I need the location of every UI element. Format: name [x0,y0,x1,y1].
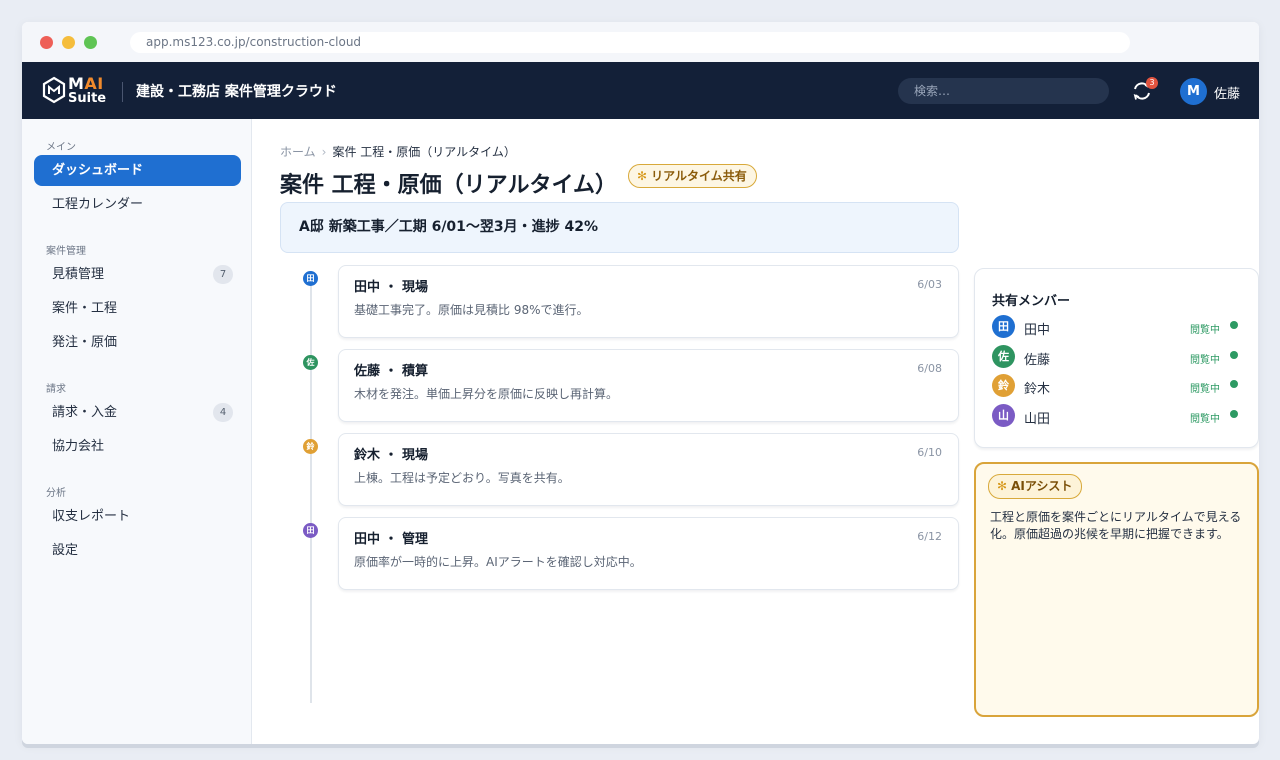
member-name: 鈴木 [1024,382,1051,397]
member-row[interactable]: 佐 佐藤 閲覧中 [992,345,1242,369]
avatar: 田 [992,315,1015,338]
timeline-date: 6/08 [917,362,942,375]
timeline-author: 佐藤 ・ 積算 [354,364,429,379]
timeline-dot: 田 [303,523,318,538]
sidebar-item-estimates[interactable]: 見積管理 7 [34,259,241,290]
avatar: 山 [992,404,1015,427]
browser-titlebar: app.ms123.co.jp/construction-cloud [22,22,1259,62]
online-indicator-icon [1230,380,1238,388]
sidebar-item-label: 設定 [52,543,79,558]
maximize-window-icon[interactable] [84,36,97,49]
timeline-card[interactable]: 佐藤 ・ 積算 6/08 木材を発注。単価上昇分を原価に反映し再計算。 [338,349,959,422]
spark-icon: ✻ [637,169,648,183]
spark-icon: ✻ [997,479,1008,493]
ai-assist-badge: ✻ AIアシスト [988,474,1083,499]
minimize-window-icon[interactable] [62,36,75,49]
header-divider [122,82,123,102]
sidebar: メイン ダッシュボード 工程カレンダー 案件管理 見積管理 7 案件・工程 発注・… [22,119,252,744]
timeline-text: 原価率が一時的に上昇。AIアラートを確認し対応中。 [354,555,642,569]
timeline-text: 基礎工事完了。原価は見積比 98%で進行。 [354,303,589,317]
app-header: MAI Suite 建設・工務店 案件管理クラウド 検索… 3 M 佐藤 [22,62,1259,119]
sidebar-item-label: 収支レポート [52,509,131,524]
online-indicator-icon [1230,351,1238,359]
member-status: 閲覧中 [1190,384,1220,395]
logo[interactable]: MAI Suite [42,74,108,108]
online-indicator-icon [1230,321,1238,329]
sidebar-item-dashboard[interactable]: ダッシュボード [34,155,241,186]
online-indicator-icon [1230,410,1238,418]
timeline-author: 田中 ・ 現場 [354,280,429,295]
search-input[interactable]: 検索… [898,78,1109,104]
timeline-text: 上棟。工程は予定どおり。写真を共有。 [354,471,570,485]
project-banner: A邸 新築工事／工期 6/01〜翌3月・進捗 42% [280,202,959,253]
timeline-author: 鈴木 ・ 現場 [354,448,429,463]
sidebar-item-settings[interactable]: 設定 [34,535,241,566]
sidebar-item-schedule-calendar[interactable]: 工程カレンダー [34,189,241,220]
sidebar-item-label: 案件・工程 [52,301,118,316]
timeline-date: 6/03 [917,278,942,291]
count-badge: 7 [213,265,233,284]
member-name: 佐藤 [1024,353,1051,368]
sidebar-item-label: 請求・入金 [52,405,118,420]
member-row[interactable]: 鈴 鈴木 閲覧中 [992,374,1242,398]
member-status: 閲覧中 [1190,355,1220,366]
member-name: 山田 [1024,412,1051,427]
sidebar-section-billing: 請求 [46,384,66,395]
notification-badge: 3 [1146,77,1158,89]
member-status: 閲覧中 [1190,325,1220,336]
main-content: ホーム › 案件 工程・原価（リアルタイム） 案件 工程・原価（リアルタイム） ✻ リ… [253,119,1259,744]
timeline-card[interactable]: 田中 ・ 現場 6/03 基礎工事完了。原価は見積比 98%で進行。 [338,265,959,338]
sidebar-item-billing[interactable]: 請求・入金 4 [34,397,241,428]
timeline-author: 田中 ・ 管理 [354,532,429,547]
breadcrumb-current: 案件 工程・原価（リアルタイム） [332,145,516,159]
timeline-dot: 田 [303,271,318,286]
realtime-badge: ✻ リアルタイム共有 [628,164,757,188]
breadcrumb: ホーム › 案件 工程・原価（リアルタイム） [280,143,516,160]
sidebar-item-projects[interactable]: 案件・工程 [34,293,241,324]
logo-suite: Suite [68,91,107,106]
logo-mark-icon [42,76,66,104]
browser-window: app.ms123.co.jp/construction-cloud MAI S… [22,22,1259,744]
sidebar-item-label: 工程カレンダー [52,197,144,212]
breadcrumb-home[interactable]: ホーム [280,145,316,159]
sidebar-item-label: ダッシュボード [52,163,144,178]
sidebar-section-main: メイン [46,142,76,153]
sidebar-section-projects: 案件管理 [46,246,86,257]
sidebar-item-label: 発注・原価 [52,335,118,350]
sidebar-item-label: 見積管理 [52,267,105,282]
sidebar-item-partners[interactable]: 協力会社 [34,431,241,462]
address-bar[interactable]: app.ms123.co.jp/construction-cloud [130,32,1130,53]
avatar[interactable]: M [1180,78,1207,105]
timeline-card[interactable]: 鈴木 ・ 現場 6/10 上棟。工程は予定どおり。写真を共有。 [338,433,959,506]
count-badge: 4 [213,403,233,422]
timeline-dot: 佐 [303,355,318,370]
close-window-icon[interactable] [40,36,53,49]
user-name[interactable]: 佐藤 [1214,83,1240,102]
timeline-dot: 鈴 [303,439,318,454]
sidebar-item-reports[interactable]: 収支レポート [34,501,241,532]
breadcrumb-separator: › [321,145,327,159]
sidebar-section-analytics: 分析 [46,488,66,499]
avatar: 佐 [992,345,1015,368]
timeline-card[interactable]: 田中 ・ 管理 6/12 原価率が一時的に上昇。AIアラートを確認し対応中。 [338,517,959,590]
member-row[interactable]: 山 山田 閲覧中 [992,404,1242,428]
ai-assist-panel: ✻ AIアシスト 工程と原価を案件ごとにリアルタイムで見える化。原価超過の兆候を早… [974,462,1259,717]
sidebar-item-label: 協力会社 [52,439,105,454]
ai-assist-text: 工程と原価を案件ごとにリアルタイムで見える化。原価超過の兆候を早期に把握できます… [990,510,1242,541]
timeline-date: 6/12 [917,530,942,543]
timeline-text: 木材を発注。単価上昇分を原価に反映し再計算。 [354,387,619,401]
member-name: 田中 [1024,323,1051,338]
avatar: 鈴 [992,374,1015,397]
member-row[interactable]: 田 田中 閲覧中 [992,315,1242,339]
member-status: 閲覧中 [1190,414,1220,425]
members-title: 共有メンバー [992,294,1071,309]
timeline-date: 6/10 [917,446,942,459]
timeline-line [310,271,312,703]
page-title: 案件 工程・原価（リアルタイム） [280,173,618,198]
app-title: 建設・工務店 案件管理クラウド [136,84,337,100]
shared-members-panel: 共有メンバー 田 田中 閲覧中 佐 佐藤 閲覧中 鈴 鈴木 閲覧中 山 山田 閲… [974,268,1259,448]
sidebar-item-orders-costs[interactable]: 発注・原価 [34,327,241,358]
